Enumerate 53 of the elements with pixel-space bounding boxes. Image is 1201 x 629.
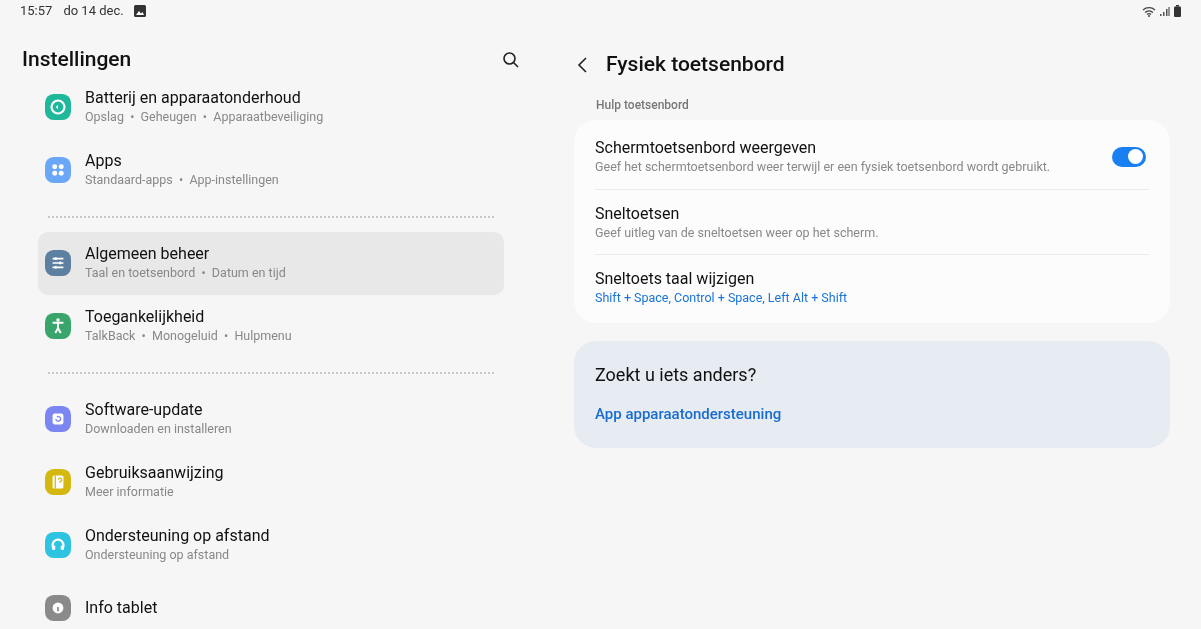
manual-icon <box>45 469 71 495</box>
sliders-icon <box>45 250 71 276</box>
row-title: Sneltoets taal wijzigen <box>595 267 756 289</box>
wifi-icon <box>1142 5 1156 17</box>
page-title: Instellingen <box>22 46 132 73</box>
status-time: 15:57 <box>20 2 53 21</box>
item-title: Toegankelijkheid <box>85 307 206 327</box>
item-title: Software-update <box>85 400 204 420</box>
settings-row[interactable]: Schermtoetsenbord weergeven Geef het schermtoetsenbord weer terwijl er een fysiek toetsenbord wordt gebruikt. <box>595 124 1149 189</box>
signal-icon <box>1159 5 1170 17</box>
status-date: do 14 dec. <box>63 2 124 21</box>
settings-item[interactable]: Info tablet <box>38 576 504 629</box>
row-subtitle: Geef het schermtoetsenbord weer terwijl er een fysiek toetsenbord wordt gebruikt. <box>595 158 1052 176</box>
toggle-switch[interactable] <box>1112 146 1146 167</box>
item-subtitle: Downloaden en installeren <box>85 420 232 438</box>
row-title: Schermtoetsenbord weergeven <box>595 137 818 158</box>
support-link[interactable]: App apparaatondersteuning <box>595 403 1149 426</box>
item-subtitle: Opslag • Geheugen • Apparaatbeveiliging <box>85 108 324 126</box>
settings-item[interactable]: Apps Standaard-apps • App-instellingen <box>38 138 504 202</box>
item-title: Gebruiksaanwijzing <box>85 463 224 483</box>
image-icon <box>133 5 146 17</box>
settings-item[interactable]: Software-update Downloaden en installeren <box>38 387 504 451</box>
update-icon <box>45 406 71 432</box>
battery-icon <box>1174 5 1181 17</box>
settings-row[interactable]: Sneltoets taal wijzigen Shift + Space, Control + Space, Left Alt + Shift <box>595 254 1149 319</box>
item-subtitle: TalkBack • Monogeluid • Hulpmenu <box>85 327 292 345</box>
settings-item[interactable]: Gebruiksaanwijzing Meer informatie <box>38 450 504 514</box>
info-icon <box>45 595 71 621</box>
item-subtitle: Standaard-apps • App-instellingen <box>85 171 279 189</box>
search-icon <box>502 50 520 69</box>
item-title: Info tablet <box>85 598 158 618</box>
detail-title: Fysiek toetsenbord <box>606 51 785 79</box>
settings-item[interactable]: Batterij en apparaatonderhoud Opslag • Geheugen • Apparaatbeveiliging <box>38 75 504 139</box>
item-title: Algemeen beheer <box>85 244 211 264</box>
row-title: Sneltoetsen <box>595 202 681 224</box>
settings-row[interactable]: Sneltoetsen Geef uitleg van de sneltoetsen weer op het scherm. <box>595 189 1149 254</box>
person-icon <box>45 313 71 339</box>
item-title: Batterij en apparaatonderhoud <box>85 88 302 108</box>
row-subtitle: Shift + Space, Control + Space, Left Alt + Shift <box>595 288 849 307</box>
row-subtitle: Geef uitleg van de sneltoetsen weer op het scherm. <box>595 223 880 242</box>
item-title: Ondersteuning op afstand <box>85 526 270 546</box>
headset-icon <box>45 532 71 558</box>
settings-item[interactable]: Algemeen beheer Taal en toetsenbord • Datum en tijd <box>38 231 504 295</box>
settings-item[interactable]: Toegankelijkheid TalkBack • Monogeluid • Hulpmenu <box>38 294 504 358</box>
apps-icon <box>45 157 71 183</box>
help-title: Zoekt u iets anders? <box>595 363 758 387</box>
item-title: Apps <box>85 151 123 171</box>
settings-item[interactable]: Ondersteuning op afstand Ondersteuning op afstand <box>38 513 504 577</box>
back-icon <box>576 56 590 74</box>
item-subtitle: Taal en toetsenbord • Datum en tijd <box>85 264 286 282</box>
section-header: Hulp toetsenbord <box>596 97 690 114</box>
item-subtitle: Ondersteuning op afstand <box>85 546 231 564</box>
item-subtitle: Meer informatie <box>85 483 175 501</box>
